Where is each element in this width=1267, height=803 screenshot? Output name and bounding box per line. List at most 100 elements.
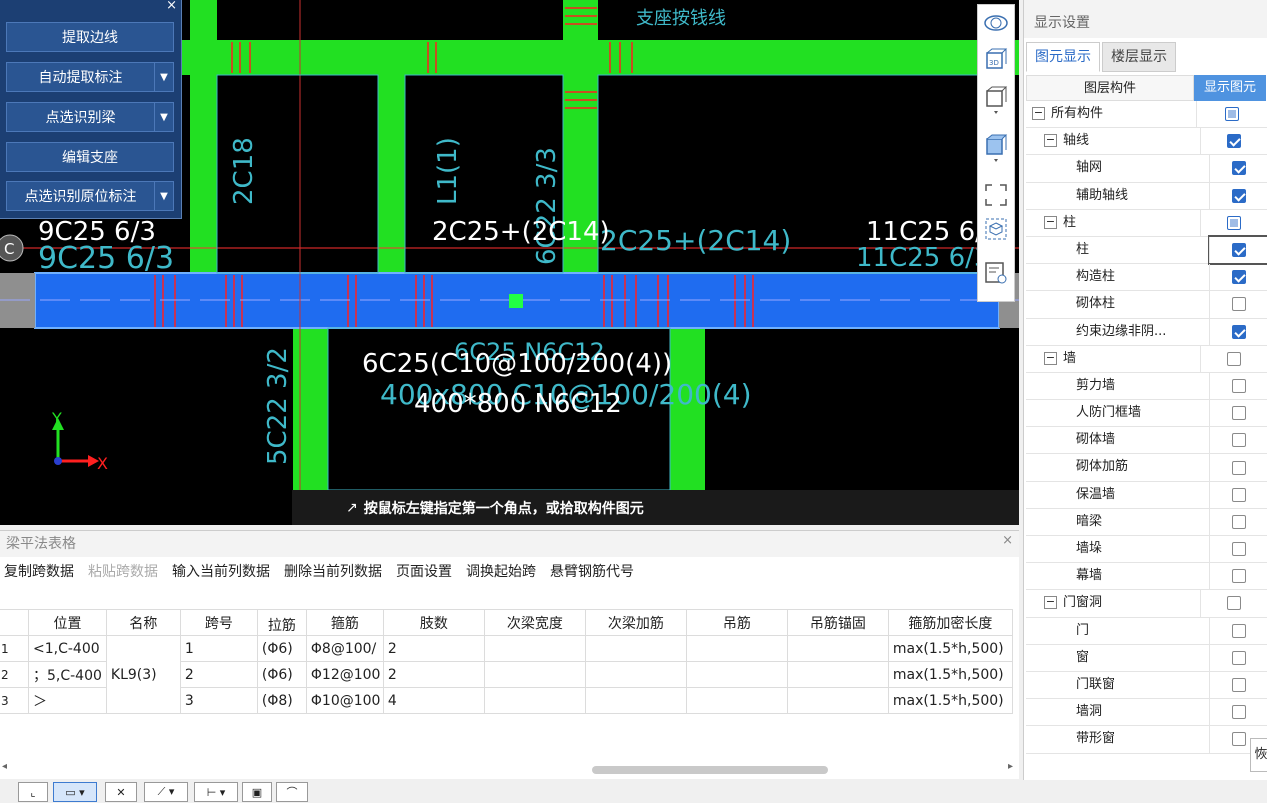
visible-checkbox[interactable] [1232,243,1247,258]
layer-row[interactable]: 约束边缘非阴... [1026,318,1267,346]
stirrup-cell[interactable]: Φ8@100/ [305,635,384,662]
hanger-anchor-cell[interactable] [786,687,889,714]
table-toolbar-button[interactable]: 输入当前列数据 [172,557,270,587]
close-icon[interactable]: × [166,0,177,13]
layer-row[interactable]: 幕墙 [1026,563,1267,591]
solid-view-icon[interactable] [984,133,1010,162]
stirrup-cell[interactable]: Φ10@100 [305,687,384,714]
table-toolbar-button[interactable]: 调换起始跨 [466,557,536,587]
layer-row[interactable]: − 柱 [1026,209,1267,237]
row-number[interactable]: 3 [0,687,29,714]
scroll-left-icon[interactable]: ◂ [2,761,7,772]
layer-row[interactable]: 砌体墙 [1026,427,1267,455]
layer-row[interactable]: 暗梁 [1026,508,1267,536]
row-number[interactable]: 2 [0,661,29,688]
horizontal-scrollbar[interactable]: ◂ ▸ [0,761,1019,777]
layer-row[interactable]: − 门窗洞 [1026,590,1267,618]
span-cell[interactable]: 2 [179,661,258,688]
cad-canvas[interactable]: 9C25 6/3 2C25+(2C14) 11C25 6/3 400x800 C… [0,0,1019,525]
table-toolbar-button[interactable]: 粘贴跨数据 [88,557,158,587]
box-view-icon[interactable] [984,85,1010,114]
table-row[interactable]: 1 <1,C-400 KL9(3) 1 (Φ6) Φ8@100/2 max(1.5*h,50… [0,635,1013,714]
rect-select-icon[interactable]: ▭ ▾ [53,782,97,802]
visible-checkbox[interactable] [1232,161,1247,176]
collapse-icon[interactable]: − [1044,134,1057,148]
visible-checkbox[interactable] [1232,542,1247,557]
dense-length-cell[interactable]: max(1.5*h,500) [887,687,1013,714]
layer-row[interactable]: 门联窗 [1026,671,1267,700]
table-toolbar-button[interactable]: 删除当前列数据 [284,557,382,587]
layer-icon[interactable]: ▣ [242,782,272,802]
visible-checkbox[interactable] [1232,678,1247,693]
position-cell[interactable]: <1,C-400 [28,635,107,662]
hanger-cell[interactable] [685,661,788,688]
secondary-beam-rebar-cell[interactable] [584,661,687,688]
visible-checkbox[interactable] [1232,487,1247,502]
scroll-right-icon[interactable]: ▸ [1008,761,1013,772]
close-icon[interactable]: × [1002,533,1013,548]
span-cell[interactable]: 1 [179,635,258,662]
layer-row[interactable]: 构造柱 [1026,264,1267,292]
chevron-down-icon[interactable]: ▼ [154,182,173,210]
hanger-cell[interactable] [685,635,788,662]
layer-row[interactable]: 窗 [1026,644,1267,672]
zoom-extent-icon[interactable] [984,183,1010,209]
orbit-icon[interactable] [984,11,1010,37]
layer-row[interactable]: 剪力墙 [1026,372,1267,401]
pick-recognize-beam-button[interactable]: 点选识别梁 ▼ [6,102,174,132]
tab-element-display[interactable]: 图元显示 [1026,42,1100,72]
tie-cell[interactable]: (Φ8) [256,687,307,714]
chevron-down-icon[interactable]: ▼ [154,103,173,131]
secondary-beam-rebar-cell[interactable] [584,635,687,662]
visible-checkbox[interactable] [1227,351,1242,366]
tie-cell[interactable]: (Φ6) [256,635,307,662]
secondary-beam-width-cell[interactable] [483,661,586,688]
scrollbar-thumb[interactable] [592,766,828,774]
layer-row[interactable]: 人防门框墙 [1026,400,1267,428]
layer-row[interactable]: 带形窗 [1026,726,1267,754]
position-cell[interactable]: ＞ [28,687,107,714]
position-cell[interactable]: ；5,C-400 [28,661,107,688]
table-toolbar-button[interactable]: 悬臂钢筋代号 [550,557,634,587]
visible-checkbox[interactable] [1232,460,1247,475]
layer-row[interactable]: 轴网 [1026,155,1267,183]
line-select-icon[interactable]: ⟋ ▾ [144,782,188,802]
span-cell[interactable]: 3 [179,687,258,714]
visible-checkbox[interactable] [1232,705,1247,720]
legs-cell[interactable]: 2 [382,661,485,688]
layer-row[interactable]: − 墙 [1026,345,1267,373]
collapse-icon[interactable]: − [1044,215,1057,229]
hanger-anchor-cell[interactable] [786,661,889,688]
collapse-icon[interactable]: − [1044,351,1057,365]
secondary-beam-rebar-cell[interactable] [584,687,687,714]
pick-original-label-button[interactable]: 点选识别原位标注 ▼ [6,181,174,211]
grip-point[interactable] [509,294,523,308]
layer-row[interactable]: 墙洞 [1026,699,1267,727]
3d-view-icon[interactable]: 3D [984,47,1010,73]
layer-row[interactable]: 墙垛 [1026,536,1267,564]
dense-length-cell[interactable]: max(1.5*h,500) [887,635,1013,662]
secondary-beam-width-cell[interactable] [483,635,586,662]
visible-checkbox[interactable] [1232,378,1247,393]
visible-checkbox[interactable] [1227,596,1242,611]
point-select-icon[interactable]: ⌞ [18,782,48,802]
visible-checkbox[interactable] [1232,732,1247,747]
visible-checkbox[interactable] [1227,215,1242,230]
visible-checkbox[interactable] [1232,270,1247,285]
auto-extract-label-button[interactable]: 自动提取标注 ▼ [6,62,174,92]
layer-row[interactable]: − 轴线 [1026,128,1267,156]
visible-checkbox[interactable] [1225,107,1240,122]
visible-checkbox[interactable] [1232,324,1247,339]
visible-checkbox[interactable] [1232,623,1247,638]
row-number[interactable]: 1 [0,635,29,662]
restore-button[interactable]: 恢 [1250,738,1267,772]
table-toolbar-button[interactable]: 复制跨数据 [4,557,74,587]
arc-select-icon[interactable]: ⌒ [276,782,308,802]
visible-checkbox[interactable] [1232,188,1247,203]
display-settings-icon[interactable] [984,261,1010,287]
chevron-down-icon[interactable]: ▼ [154,63,173,91]
dense-length-cell[interactable]: max(1.5*h,500) [887,661,1013,688]
collapse-icon[interactable]: − [1044,596,1057,610]
stirrup-cell[interactable]: Φ12@100 [305,661,384,688]
layer-row[interactable]: 柱 [1026,234,1267,266]
